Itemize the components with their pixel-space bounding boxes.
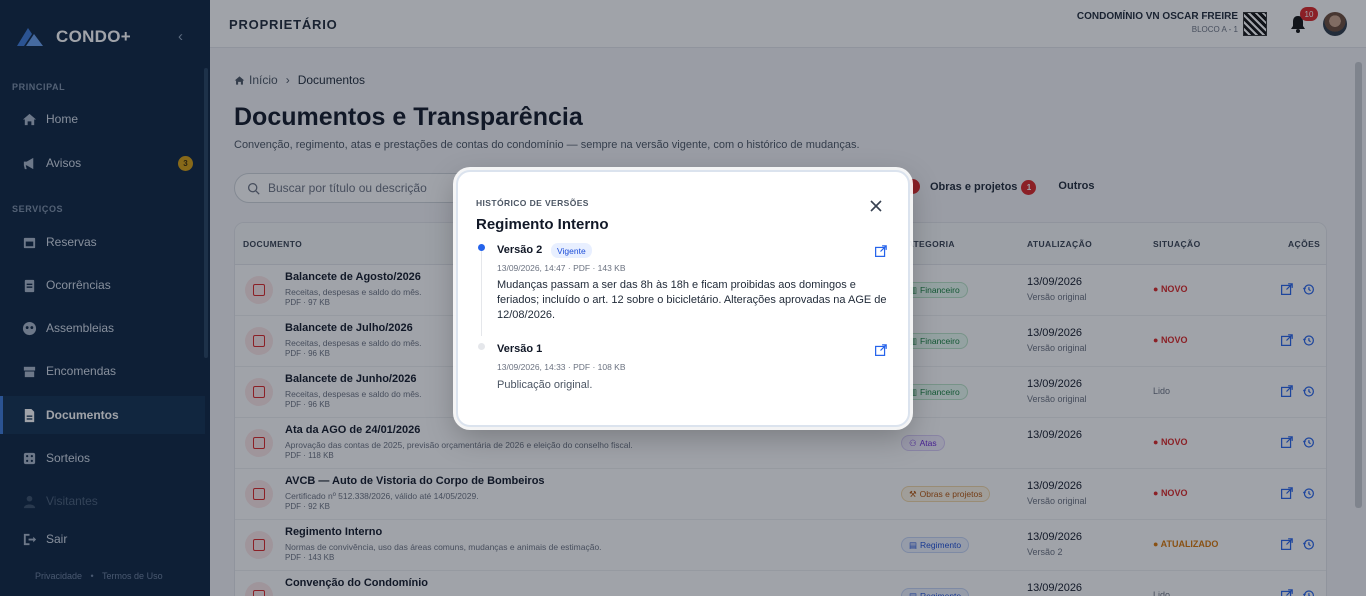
- version-2-meta: 13/09/2026, 14:47 · PDF · 143 KB: [497, 263, 626, 273]
- version-2-description: Mudanças passam a ser das 8h às 18h e fi…: [497, 279, 887, 321]
- modal-eyebrow: HISTÓRICO DE VERSÕES: [476, 198, 589, 208]
- open-external-icon[interactable]: [874, 245, 887, 258]
- version-1-label: Versão 1: [497, 343, 543, 355]
- timeline-dot-previous: [478, 343, 485, 350]
- close-icon[interactable]: [866, 196, 886, 216]
- version-history-modal: HISTÓRICO DE VERSÕES Regimento Interno V…: [456, 170, 910, 427]
- version-1-meta: 13/09/2026, 14:33 · PDF · 108 KB: [497, 362, 626, 372]
- current-version-chip: Vigente: [551, 243, 592, 258]
- version-2-label: Versão 2: [497, 244, 543, 256]
- modal-title: Regimento Interno: [476, 216, 609, 233]
- open-external-icon[interactable]: [874, 344, 887, 357]
- app-root: CONDO+ ‹ PRINCIPAL Home Avisos 3 SERVIÇO…: [0, 0, 1366, 596]
- version-1-description: Publicação original.: [497, 379, 593, 391]
- timeline-dot-current: [478, 244, 485, 251]
- timeline-line: [481, 250, 482, 336]
